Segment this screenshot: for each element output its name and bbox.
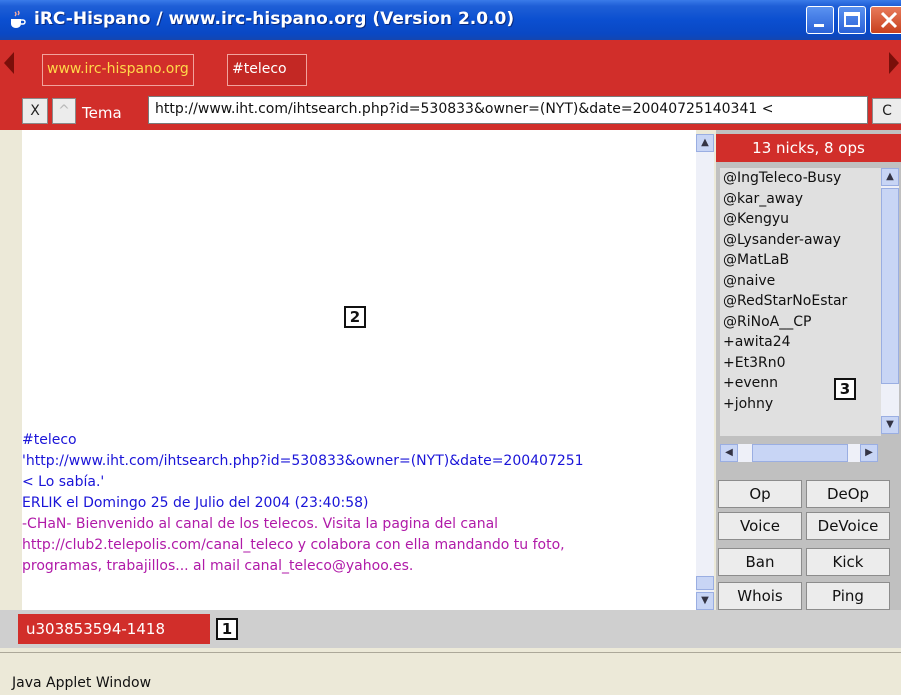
devoice-button[interactable]: DeVoice xyxy=(806,512,890,540)
chat-lines: #teleco 'http://www.iht.com/ihtsearch.ph… xyxy=(22,430,696,577)
scroll-up-icon[interactable]: ▲ xyxy=(881,168,899,186)
callout-marker: 2 xyxy=(344,306,366,328)
topic-bar: X ^ Tema http://www.iht.com/ihtsearch.ph… xyxy=(0,90,901,130)
nick-item[interactable]: +evenn xyxy=(720,373,881,394)
scroll-right-icon[interactable]: ▶ xyxy=(860,444,878,462)
close-icon xyxy=(880,11,898,29)
deop-button[interactable]: DeOp xyxy=(806,480,890,508)
maximize-icon xyxy=(844,12,860,27)
maximize-button[interactable] xyxy=(838,6,866,34)
my-nick-label[interactable]: u303853594-1418 xyxy=(18,614,210,644)
nick-item[interactable]: +Et3Rn0 xyxy=(720,353,881,374)
caret-button[interactable]: ^ xyxy=(52,98,76,124)
nick-list-scrollbar[interactable]: ▲ ▼ xyxy=(881,168,899,434)
nick-item[interactable]: @Kengyu xyxy=(720,209,881,230)
scroll-up-icon[interactable]: ▲ xyxy=(696,134,714,152)
window-title: iRC-Hispano / www.irc-hispano.org (Versi… xyxy=(34,9,515,29)
input-bar: u303853594-1418 xyxy=(0,610,901,648)
voice-button[interactable]: Voice xyxy=(718,512,802,540)
minimize-icon xyxy=(814,24,824,27)
applet-window-label: Java Applet Window xyxy=(12,675,152,691)
chat-line: #teleco xyxy=(22,432,77,448)
nick-item[interactable]: +awita24 xyxy=(720,332,881,353)
chat-line: 'http://www.iht.com/ihtsearch.php?id=530… xyxy=(22,453,584,469)
nick-list-hscrollbar[interactable]: ◀ ▶ xyxy=(720,444,878,462)
chat-scroll-thumb[interactable] xyxy=(696,576,714,590)
c-button[interactable]: C xyxy=(872,98,901,124)
topic-field[interactable]: http://www.iht.com/ihtsearch.php?id=5308… xyxy=(148,96,868,124)
ping-button[interactable]: Ping xyxy=(806,582,890,610)
callout-marker: 3 xyxy=(834,378,856,400)
chat-scrollbar[interactable]: ▲ ▼ xyxy=(696,134,714,610)
scroll-down-icon[interactable]: ▼ xyxy=(881,416,899,434)
ban-button[interactable]: Ban xyxy=(718,548,802,576)
nick-count-header: 13 nicks, 8 ops xyxy=(716,134,901,162)
nick-item[interactable]: @Lysander-away xyxy=(720,230,881,251)
nick-hscroll-thumb[interactable] xyxy=(752,444,848,462)
tab-scroll-right-icon[interactable] xyxy=(889,52,899,74)
tab-teleco[interactable]: #teleco xyxy=(227,54,307,86)
callout-marker: 1 xyxy=(216,618,238,640)
nick-item[interactable]: @MatLaB xyxy=(720,250,881,271)
scroll-left-icon[interactable]: ◀ xyxy=(720,444,738,462)
title-bar: iRC-Hispano / www.irc-hispano.org (Versi… xyxy=(0,0,901,40)
kick-button[interactable]: Kick xyxy=(806,548,890,576)
status-bar: Java Applet Window xyxy=(0,652,901,695)
tab-server[interactable]: www.irc-hispano.org xyxy=(42,54,194,86)
nick-item[interactable]: @kar_away xyxy=(720,189,881,210)
tab-scroll-left-icon[interactable] xyxy=(4,52,14,74)
close-channel-button[interactable]: X xyxy=(22,98,48,124)
nick-item[interactable]: @IngTeleco-Busy xyxy=(720,168,881,189)
chat-line: < Lo sabía.' xyxy=(22,474,105,490)
java-cup-icon xyxy=(11,10,26,28)
chat-area[interactable]: #teleco 'http://www.iht.com/ihtsearch.ph… xyxy=(22,130,696,610)
channel-tab-bar: www.irc-hispano.org #teleco xyxy=(0,40,901,90)
op-button[interactable]: Op xyxy=(718,480,802,508)
chat-line: ERLIK el Domingo 25 de Julio del 2004 (2… xyxy=(22,495,369,511)
nick-list[interactable]: @IngTeleco-Busy @kar_away @Kengyu @Lysan… xyxy=(720,168,881,436)
scroll-down-icon[interactable]: ▼ xyxy=(696,592,714,610)
nick-scroll-thumb[interactable] xyxy=(881,188,899,384)
close-button[interactable] xyxy=(870,6,901,34)
chat-line: -CHaN- Bienvenido al canal de los teleco… xyxy=(22,516,499,532)
chat-line: http://club2.telepolis.com/canal_teleco … xyxy=(22,537,565,553)
nick-item[interactable]: @naive xyxy=(720,271,881,292)
whois-button[interactable]: Whois xyxy=(718,582,802,610)
minimize-button[interactable] xyxy=(806,6,834,34)
nick-item[interactable]: @RiNoA__CP xyxy=(720,312,881,333)
chat-line: programas, trabajillos... al mail canal_… xyxy=(22,558,414,574)
nick-item[interactable]: +johny xyxy=(720,394,881,415)
nick-item[interactable]: @RedStarNoEstar xyxy=(720,291,881,312)
topic-label: Tema xyxy=(82,104,122,122)
